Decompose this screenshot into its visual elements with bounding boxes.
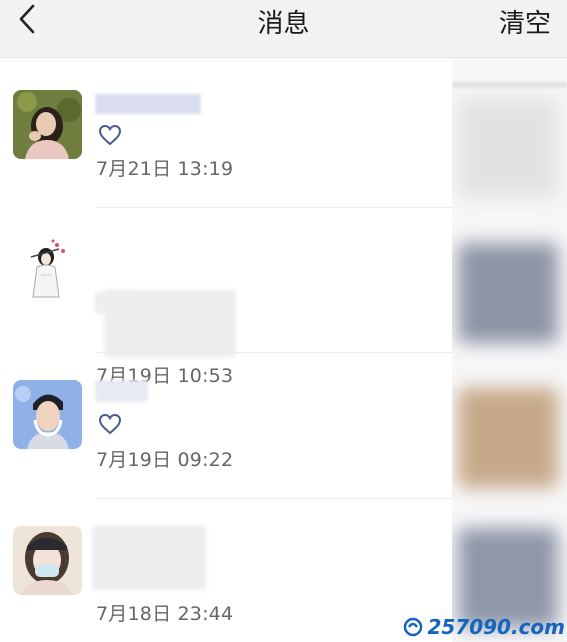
message-preview-redacted bbox=[92, 526, 206, 590]
message-item[interactable]: 7月19日 10:53 bbox=[0, 208, 452, 387]
message-time: 7月18日 23:44 bbox=[96, 603, 234, 625]
top-bar: 消息 清空 bbox=[0, 0, 567, 58]
post-thumbnail[interactable] bbox=[458, 243, 558, 343]
clear-button[interactable]: 清空 bbox=[499, 3, 551, 40]
sender-name-redacted bbox=[95, 380, 148, 402]
sender-name-redacted bbox=[95, 292, 135, 314]
page-title: 消息 bbox=[257, 9, 310, 39]
avatar[interactable] bbox=[13, 90, 82, 159]
heart-icon[interactable] bbox=[98, 413, 122, 435]
swirl-logo-icon bbox=[403, 617, 423, 637]
post-thumbnail[interactable] bbox=[458, 528, 558, 628]
thumbnail-divider bbox=[452, 82, 567, 88]
message-item[interactable]: 7月21日 13:19 bbox=[0, 58, 452, 208]
avatar[interactable] bbox=[13, 380, 82, 449]
message-item[interactable]: 7月19日 09:22 bbox=[0, 353, 452, 498]
message-time: 7月21日 13:19 bbox=[96, 158, 234, 180]
post-thumbnail[interactable] bbox=[458, 98, 558, 198]
post-thumbnail[interactable] bbox=[458, 388, 558, 488]
message-time: 7月19日 09:22 bbox=[96, 449, 234, 471]
avatar[interactable] bbox=[13, 526, 82, 595]
avatar[interactable] bbox=[13, 235, 82, 304]
watermark-text: 257090.com bbox=[427, 615, 565, 639]
thumbnail-column bbox=[452, 58, 567, 642]
site-watermark: 257090.com bbox=[403, 614, 565, 640]
message-item[interactable]: 7月18日 23:44 bbox=[0, 499, 452, 642]
sender-name-redacted bbox=[95, 94, 201, 114]
heart-icon[interactable] bbox=[98, 124, 122, 146]
message-list: 7月21日 13:19 7月19日 10:53 7月19日 09:22 7月18… bbox=[0, 58, 567, 642]
